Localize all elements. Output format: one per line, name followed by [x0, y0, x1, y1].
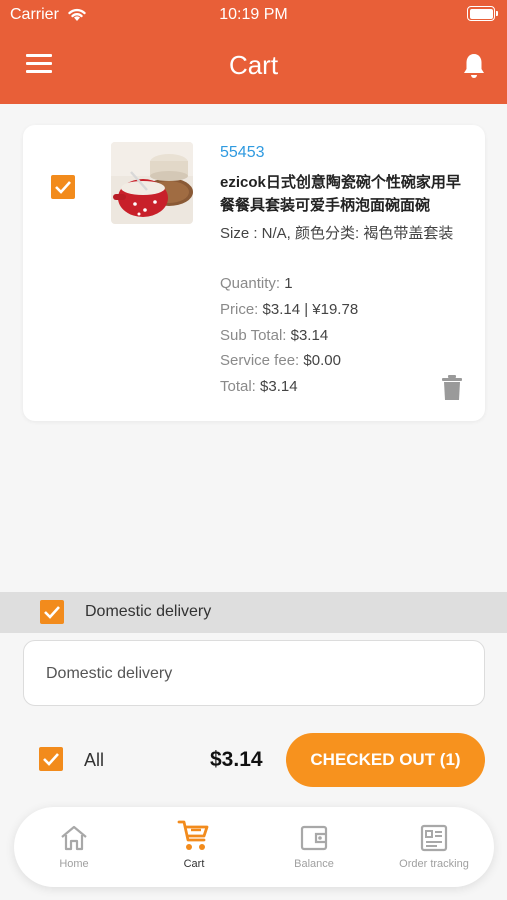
- order-tracking-icon: [420, 824, 448, 852]
- wallet-icon: [300, 825, 328, 851]
- tab-label: Cart: [183, 858, 205, 870]
- delivery-option-text: Domestic delivery: [46, 665, 173, 682]
- subtotal-row: Sub Total: $3.14: [220, 327, 328, 344]
- select-all-label: All: [84, 750, 105, 770]
- item-name: ezicok日式创意陶瓷碗个性碗家用早餐餐具套装可爱手柄泡面碗面碗: [220, 174, 461, 214]
- cart-icon: [177, 820, 209, 850]
- item-size: Size : N/A, 颜色分类: 褐色带盖套装: [220, 225, 454, 242]
- quantity-label: Quantity:: [220, 275, 281, 292]
- page-title: Cart: [228, 50, 279, 80]
- app-header: Carrier 10:19 PM Cart: [0, 0, 507, 104]
- price-value: $3.14 | ¥19.78: [262, 301, 359, 318]
- delivery-section-label: Domestic delivery: [85, 603, 212, 620]
- item-checkbox[interactable]: [51, 175, 75, 199]
- trash-icon[interactable]: [441, 375, 463, 401]
- battery-icon: [467, 6, 498, 21]
- tab-label: Home: [59, 858, 89, 870]
- quantity-value: 1: [284, 275, 293, 292]
- price-row: Price: $3.14 | ¥19.78: [220, 301, 358, 318]
- service-fee-value: $0.00: [303, 352, 341, 369]
- service-fee-label: Service fee:: [220, 352, 300, 369]
- delivery-option-select[interactable]: Domestic delivery: [23, 640, 485, 706]
- price-label: Price:: [220, 301, 259, 318]
- item-id-link[interactable]: 55453: [220, 144, 265, 162]
- tab-order-tracking[interactable]: Order tracking: [374, 807, 494, 887]
- tab-label: Balance: [294, 858, 334, 870]
- tab-balance[interactable]: Balance: [254, 807, 374, 887]
- cart-total-amount: $3.14: [210, 748, 263, 771]
- total-row: Total: $3.14: [220, 378, 298, 395]
- product-thumbnail[interactable]: [111, 142, 193, 224]
- subtotal-value: $3.14: [290, 327, 329, 344]
- home-icon: [61, 825, 87, 851]
- tab-label: Order tracking: [399, 858, 469, 870]
- tab-cart[interactable]: Cart: [134, 807, 254, 887]
- tab-home[interactable]: Home: [14, 807, 134, 887]
- status-bar: Carrier 10:19 PM: [0, 0, 507, 30]
- total-label: Total:: [220, 378, 256, 395]
- service-fee-row: Service fee: $0.00: [220, 352, 341, 369]
- status-time: 10:19 PM: [219, 6, 288, 23]
- quantity-row: Quantity: 1: [220, 275, 293, 292]
- select-all-checkbox[interactable]: [39, 747, 63, 771]
- delivery-checkbox[interactable]: [40, 600, 64, 624]
- bottom-tab-bar: Home Cart Balance Order tracking: [14, 807, 494, 887]
- cart-item-card: 55453 ezicok日式创意陶瓷碗个性碗家用早餐餐具套装可爱手柄泡面碗面碗 …: [23, 125, 485, 421]
- subtotal-label: Sub Total:: [220, 327, 287, 344]
- delivery-section-header: Domestic delivery: [0, 592, 507, 633]
- bell-icon[interactable]: [461, 52, 487, 80]
- total-value: $3.14: [260, 378, 298, 395]
- checkout-button[interactable]: CHECKED OUT (1): [286, 733, 485, 787]
